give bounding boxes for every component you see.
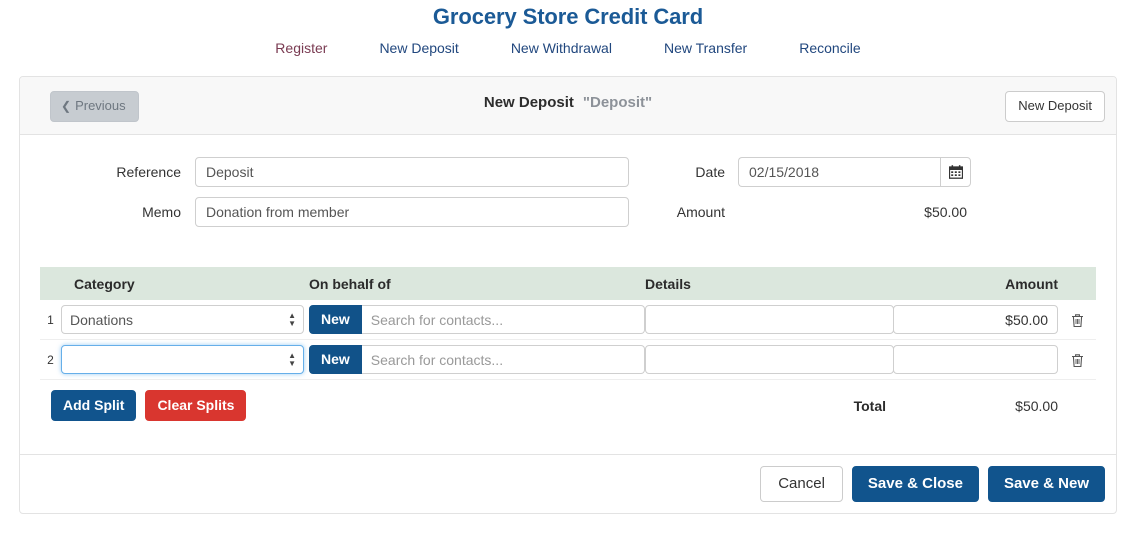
column-header-details: Details <box>645 275 691 292</box>
panel-title-reference: "Deposit" <box>582 94 653 111</box>
column-header-on-behalf-of: On behalf of <box>309 275 391 292</box>
category-select[interactable]: Donations ▲ ▼ <box>61 305 304 334</box>
deposit-panel: ❮ Previous New Deposit "Deposit" New Depos… <box>19 76 1117 514</box>
reference-label: Reference <box>116 164 181 180</box>
panel-header: ❮ Previous New Deposit "Deposit" New Depos… <box>20 77 1116 135</box>
new-contact-button[interactable]: New <box>309 305 362 334</box>
form-row-memo-amount: Memo Amount $50.00 <box>20 197 1116 227</box>
panel-title: New Deposit "Deposit" <box>20 94 1116 111</box>
total-value: $50.00 <box>1015 397 1058 414</box>
cell-amount <box>893 345 1058 374</box>
amount-label: Amount <box>676 204 725 220</box>
category-select[interactable]: ▲ ▼ <box>61 345 304 374</box>
chevron-left-icon: ❮ <box>61 99 72 113</box>
amount-value: $50.00 <box>924 204 967 220</box>
memo-input[interactable] <box>195 197 629 227</box>
chevron-updown-icon: ▲ ▼ <box>288 350 296 368</box>
trash-icon <box>1071 354 1083 367</box>
calendar-icon <box>948 165 963 179</box>
cell-details <box>645 345 910 374</box>
nav-item-new-transfer[interactable]: New Transfer <box>638 38 773 58</box>
row-number: 1 <box>47 312 54 327</box>
cancel-button[interactable]: Cancel <box>760 466 843 502</box>
previous-button-label: Previous <box>75 98 126 113</box>
nav-item-reconcile[interactable]: Reconcile <box>773 38 886 58</box>
memo-label: Memo <box>142 204 181 220</box>
panel-body: Reference Date <box>20 135 1116 513</box>
date-label: Date <box>695 164 725 180</box>
cell-on-behalf-of: New <box>309 345 645 374</box>
splits-table-header: Category On behalf of Details Amount <box>40 267 1096 300</box>
new-deposit-button[interactable]: New Deposit <box>1005 91 1105 122</box>
nav-item-register[interactable]: Register <box>249 38 353 58</box>
cell-on-behalf-of: New <box>309 305 645 334</box>
contacts-search-input[interactable] <box>361 345 645 374</box>
page-title: Grocery Store Credit Card <box>432 4 704 29</box>
chevron-updown-icon: ▲ ▼ <box>288 310 296 328</box>
table-row: 2 ▲ ▼ New <box>40 340 1096 380</box>
trash-icon <box>1071 314 1083 327</box>
amount-input[interactable] <box>893 345 1058 374</box>
save-new-button[interactable]: Save & New <box>987 466 1105 502</box>
delete-row-button[interactable] <box>1058 351 1096 368</box>
date-input[interactable] <box>738 157 940 187</box>
new-contact-button[interactable]: New <box>309 345 362 374</box>
clear-splits-button[interactable]: Clear Splits <box>145 390 247 421</box>
panel-footer: Cancel Save & Close Save & New <box>20 454 1116 513</box>
column-header-amount: Amount <box>1005 275 1058 292</box>
form-row-reference-date: Reference Date <box>20 157 1116 187</box>
nav-item-new-withdrawal[interactable]: New Withdrawal <box>485 38 638 58</box>
main-nav: Register New Deposit New Withdrawal New … <box>0 38 1136 58</box>
row-number: 2 <box>47 352 54 367</box>
splits-table: Category On behalf of Details Amount 1 D… <box>40 267 1096 421</box>
cell-details <box>645 305 910 334</box>
total-label: Total <box>853 397 886 414</box>
nav-item-new-deposit[interactable]: New Deposit <box>353 38 484 58</box>
delete-row-button[interactable] <box>1058 311 1096 328</box>
category-select-value: Donations <box>70 311 134 328</box>
reference-input[interactable] <box>195 157 629 187</box>
add-split-button[interactable]: Add Split <box>51 390 137 421</box>
column-header-category: Category <box>74 275 135 292</box>
amount-input[interactable] <box>893 305 1058 334</box>
cell-category: Donations ▲ ▼ <box>61 305 309 334</box>
save-close-button[interactable]: Save & Close <box>851 466 979 502</box>
splits-footer: Add Split Clear Splits Total $50.00 <box>40 380 1096 421</box>
page-header: Grocery Store Credit Card Register New D… <box>0 0 1136 58</box>
cell-amount <box>893 305 1058 334</box>
details-input[interactable] <box>645 305 894 334</box>
calendar-icon-button[interactable] <box>940 157 971 187</box>
previous-button[interactable]: ❮ Previous <box>50 91 139 122</box>
contacts-search-input[interactable] <box>361 305 645 334</box>
details-input[interactable] <box>645 345 894 374</box>
panel-title-text: New Deposit <box>483 94 574 111</box>
date-group <box>738 157 971 187</box>
cell-category: ▲ ▼ <box>61 345 309 374</box>
table-row: 1 Donations ▲ ▼ New <box>40 300 1096 340</box>
